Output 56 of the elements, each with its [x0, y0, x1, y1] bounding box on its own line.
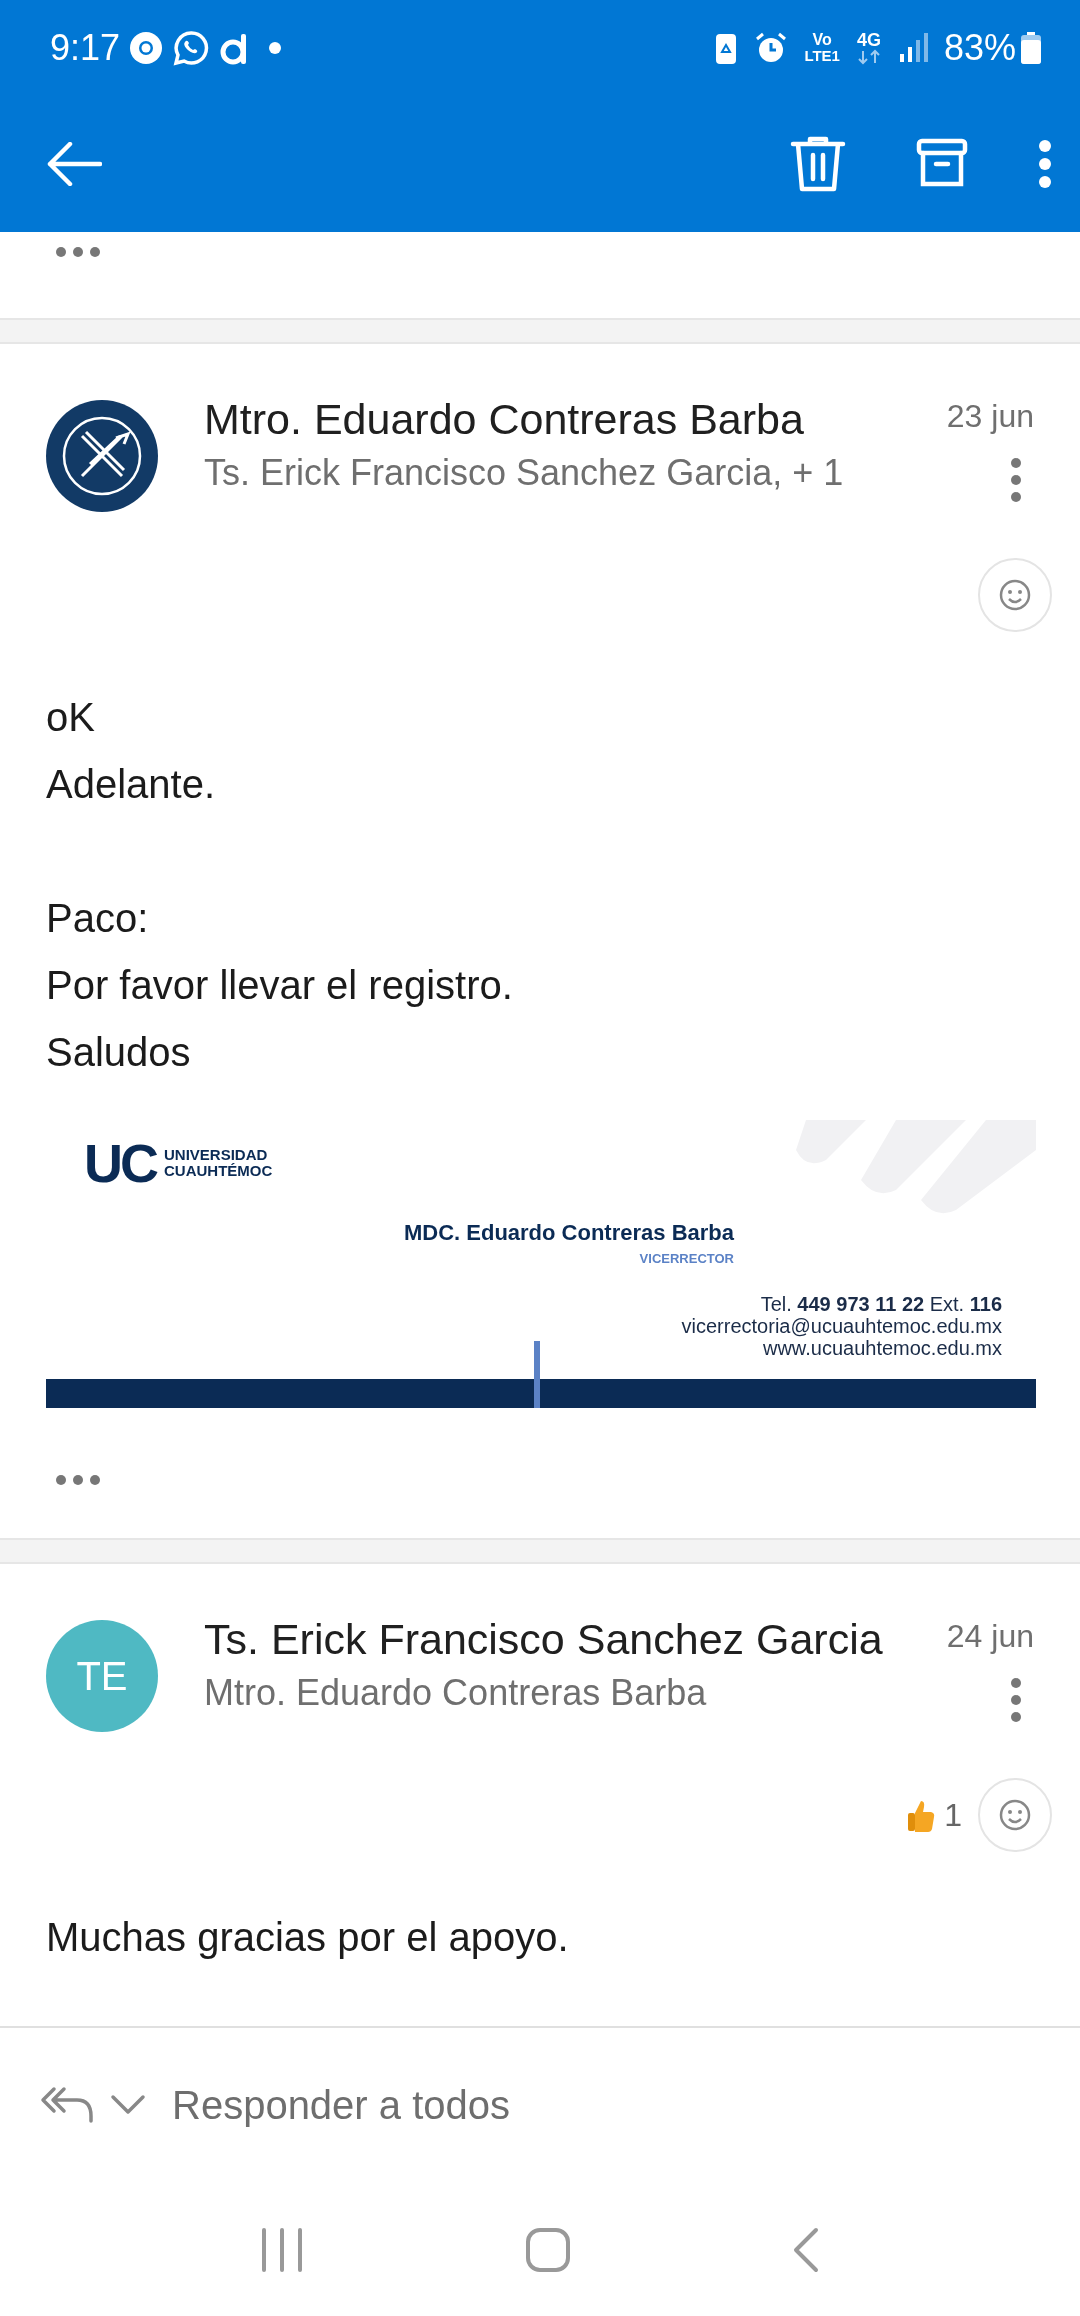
reply-all-button[interactable]: Responder a todos	[172, 2075, 510, 2135]
logo-letters: UC	[84, 1136, 156, 1190]
signature-phone: Tel. 449 973 11 22 Ext. 116	[760, 1292, 1002, 1315]
chevron-down-icon	[110, 2094, 146, 2116]
more-vertical-icon	[1010, 1678, 1022, 1722]
logo-text: CUAUHTÉMOC	[164, 1163, 273, 1179]
ellipsis-icon	[55, 246, 101, 258]
signature-website: www.ucuauhtemoc.edu.mx	[763, 1336, 1002, 1359]
message-date: 24 jun	[946, 1617, 1034, 1656]
recipients: Mtro. Eduardo Contreras Barba	[204, 1670, 708, 1715]
back-arrow-icon	[46, 141, 102, 186]
reply-all-icon	[40, 2085, 94, 2125]
volte-label: Vo	[812, 32, 832, 48]
more-options-button[interactable]	[1038, 138, 1052, 189]
sender-name: Ts. Erick Francisco Sanchez Garcia	[204, 1614, 884, 1665]
sender-name: Mtro. Eduardo Contreras Barba	[204, 394, 805, 445]
network-type-label: 4G	[856, 30, 881, 49]
avatar: TE	[46, 1620, 158, 1732]
more-vertical-icon	[1010, 458, 1022, 502]
alarm-icon	[754, 30, 789, 65]
smiley-icon	[998, 578, 1032, 612]
signal-icon	[897, 31, 928, 64]
back-chevron-icon	[791, 2227, 820, 2273]
signature-accent	[534, 1341, 540, 1408]
reply-options-button[interactable]	[40, 2085, 146, 2125]
logo-text: UNIVERSIDAD	[164, 1147, 268, 1163]
whatsapp-icon	[172, 28, 211, 67]
volte-label: LTE1	[804, 48, 840, 63]
reaction-chip[interactable]: 1	[906, 1791, 962, 1839]
signature-email: vicerrectoria@ucuauhtemoc.edu.mx	[681, 1314, 1002, 1337]
recent-apps-icon	[260, 2228, 305, 2272]
message-paragraph: Muchas gracias por el apoyo.	[46, 1914, 570, 1961]
message-paragraph: oK Adelante.	[46, 694, 217, 808]
more-vertical-icon	[1038, 138, 1052, 189]
recipients: Ts. Erick Francisco Sanchez Garcia, + 1	[204, 450, 845, 495]
trash-icon	[790, 134, 846, 193]
smiley-icon	[998, 1798, 1032, 1832]
delete-button[interactable]	[790, 134, 846, 193]
back-nav-button[interactable]	[791, 2227, 820, 2273]
recent-apps-button[interactable]	[260, 2228, 305, 2272]
signature-title: VICERRECTOR	[639, 1250, 734, 1268]
back-button[interactable]	[46, 141, 102, 186]
status-time: 9:17	[50, 25, 121, 70]
message-options-button[interactable]	[1010, 458, 1022, 502]
reaction-count: 1	[944, 1796, 962, 1835]
battery-icon	[1020, 30, 1042, 65]
university-seal-icon	[46, 400, 158, 512]
data-arrows-icon	[855, 48, 882, 65]
message-paragraph: Paco: Por favor llevar el registro. Saludos	[46, 895, 514, 1076]
home-icon	[525, 2227, 571, 2273]
signature-name: MDC. Eduardo Contreras Barba	[403, 1219, 734, 1247]
ellipsis-icon	[55, 1474, 101, 1486]
message-date: 23 jun	[946, 397, 1034, 436]
home-button[interactable]	[525, 2227, 571, 2273]
message-options-button[interactable]	[1010, 1678, 1022, 1722]
battery-percent: 83%	[943, 25, 1016, 70]
